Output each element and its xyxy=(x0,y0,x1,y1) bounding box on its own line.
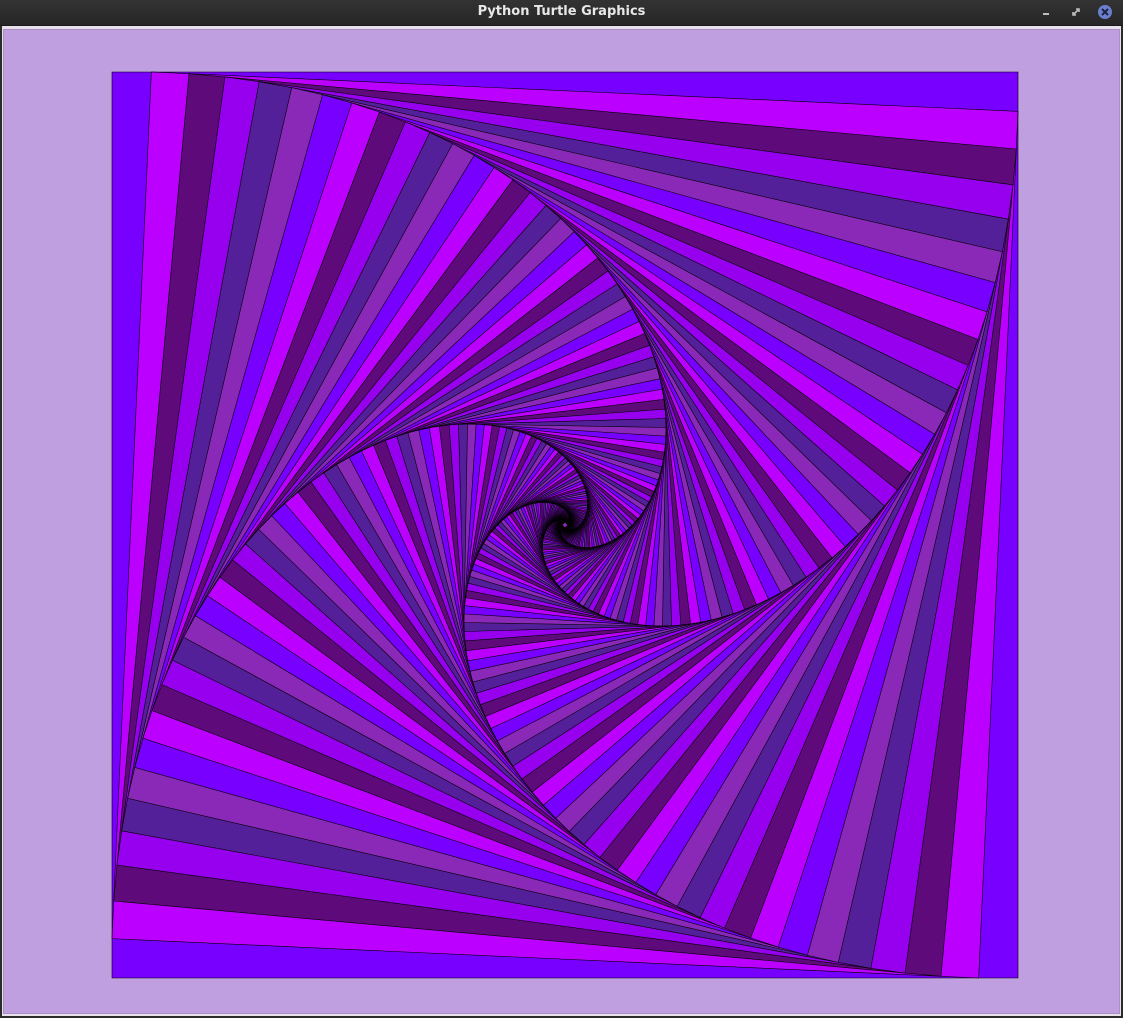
maximize-icon[interactable] xyxy=(1068,4,1084,20)
minimize-icon[interactable] xyxy=(1038,4,1054,20)
window-title: Python Turtle Graphics xyxy=(477,4,646,19)
close-icon[interactable] xyxy=(1097,4,1113,20)
spiral-squares-drawing xyxy=(111,71,1019,979)
turtle-canvas[interactable] xyxy=(3,29,1120,1014)
title-bar[interactable]: Python Turtle Graphics xyxy=(0,0,1123,26)
turtle-window: Python Turtle Graphics xyxy=(0,0,1123,1018)
